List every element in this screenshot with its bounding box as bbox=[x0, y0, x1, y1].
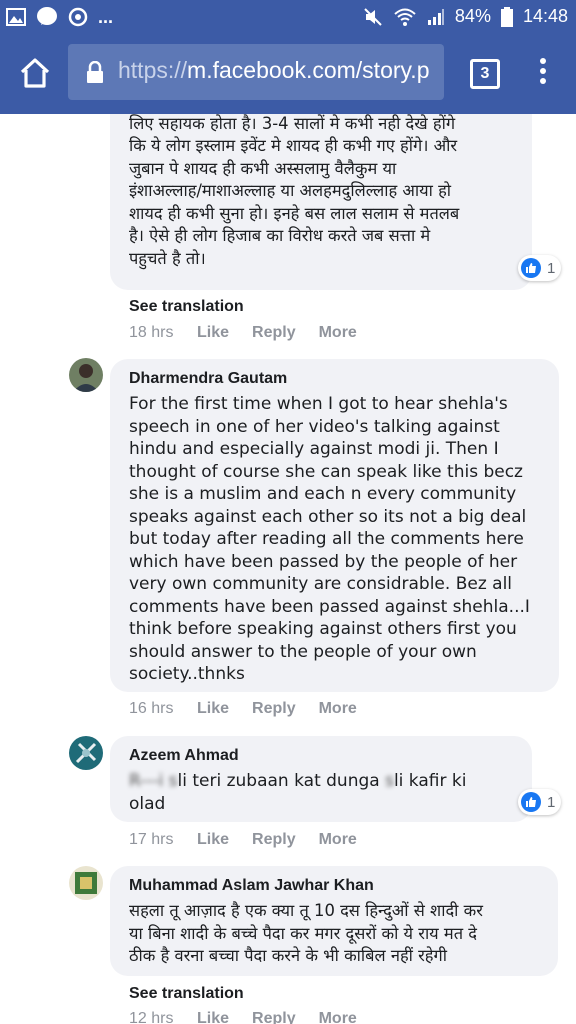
more-link[interactable]: More bbox=[319, 324, 357, 342]
messenger-icon bbox=[37, 7, 57, 25]
see-translation-link[interactable]: See translation bbox=[129, 298, 244, 316]
url-text: https://m.facebook.com/story.p bbox=[118, 57, 430, 84]
comment-text-part: li teri zubaan kat dunga bbox=[177, 771, 386, 791]
comment-bubble: Muhammad Aslam Jawhar Khan सहला तू आज़ाद… bbox=[110, 866, 558, 976]
comments-list: का इस्लाम से कोई लेना देना नहीं होता बस … bbox=[0, 114, 576, 1024]
comment-bubble: Dharmendra Gautam For the first time whe… bbox=[110, 359, 559, 692]
comment-bubble: का इस्लाम से कोई लेना देना नहीं होता बस … bbox=[110, 114, 532, 290]
notification-icons: ... bbox=[6, 6, 113, 28]
comment-text: For the first time when I got to hear sh… bbox=[129, 394, 530, 684]
more-link[interactable]: More bbox=[319, 831, 357, 849]
lock-icon bbox=[87, 61, 103, 83]
tab-switcher-button[interactable]: 3 bbox=[470, 59, 500, 89]
sync-icon bbox=[68, 7, 88, 27]
signal-icon bbox=[427, 8, 444, 25]
reaction-number: 1 bbox=[547, 793, 556, 811]
comment-actions: 12 hrs Like Reply More bbox=[129, 1010, 380, 1024]
like-link[interactable]: Like bbox=[197, 1010, 229, 1024]
avatar[interactable] bbox=[69, 358, 103, 392]
more-link[interactable]: More bbox=[319, 700, 357, 718]
url-scheme: https:// bbox=[118, 57, 188, 83]
url-host: m.facebook.com/story.p bbox=[187, 57, 430, 83]
comment-text: सहला तू आज़ाद है एक क्या तू 10 दस हिन्दु… bbox=[129, 901, 483, 965]
like-reaction-icon bbox=[521, 258, 541, 278]
wifi-icon bbox=[394, 8, 416, 26]
overflow-menu-icon[interactable] bbox=[536, 56, 550, 90]
avatar[interactable] bbox=[69, 736, 103, 770]
reaction-number: 1 bbox=[547, 259, 556, 277]
like-reaction-icon bbox=[521, 792, 541, 812]
more-notifications: ... bbox=[98, 6, 114, 27]
reply-link[interactable]: Reply bbox=[252, 1010, 296, 1024]
like-link[interactable]: Like bbox=[197, 324, 229, 342]
see-translation-link[interactable]: See translation bbox=[129, 985, 244, 1003]
battery-icon bbox=[500, 6, 513, 27]
mute-icon bbox=[364, 7, 382, 26]
commenter-name[interactable]: Dharmendra Gautam bbox=[129, 370, 287, 388]
system-icons: 84% 14:48 bbox=[363, 6, 568, 27]
redacted-word: s bbox=[385, 771, 394, 791]
comment-time: 17 hrs bbox=[129, 831, 174, 848]
clock: 14:48 bbox=[522, 6, 568, 26]
like-link[interactable]: Like bbox=[197, 831, 229, 849]
redacted-word: R---i s bbox=[129, 771, 178, 791]
comment-time: 12 hrs bbox=[129, 1010, 174, 1024]
comment-text: का इस्लाम से कोई लेना देना नहीं होता बस … bbox=[129, 114, 460, 268]
address-bar[interactable]: https://m.facebook.com/story.p bbox=[68, 44, 444, 100]
image-icon bbox=[6, 8, 26, 26]
comment-time: 18 hrs bbox=[129, 324, 174, 341]
comment-actions: 17 hrs Like Reply More bbox=[129, 831, 380, 849]
comment-time: 16 hrs bbox=[129, 700, 174, 717]
home-icon[interactable] bbox=[18, 56, 52, 90]
reply-link[interactable]: Reply bbox=[252, 324, 296, 342]
reaction-count[interactable]: 1 bbox=[518, 255, 562, 281]
commenter-name[interactable]: Azeem Ahmad bbox=[129, 747, 239, 765]
comment-text: R---i sli teri zubaan kat dunga sli kafi… bbox=[129, 770, 519, 815]
reaction-count[interactable]: 1 bbox=[518, 789, 562, 815]
comment-actions: 18 hrs Like Reply More bbox=[129, 324, 380, 342]
comment-actions: 16 hrs Like Reply More bbox=[129, 700, 380, 718]
reply-link[interactable]: Reply bbox=[252, 700, 296, 718]
more-link[interactable]: More bbox=[319, 1010, 357, 1024]
battery-percent: 84% bbox=[454, 6, 491, 26]
status-bar: ... 84% 14:48 bbox=[0, 0, 576, 34]
browser-toolbar: https://m.facebook.com/story.p 3 bbox=[0, 34, 576, 114]
commenter-name[interactable]: Muhammad Aslam Jawhar Khan bbox=[129, 877, 374, 895]
like-link[interactable]: Like bbox=[197, 700, 229, 718]
comment-bubble: Azeem Ahmad R---i sli teri zubaan kat du… bbox=[110, 736, 532, 822]
reply-link[interactable]: Reply bbox=[252, 831, 296, 849]
avatar[interactable] bbox=[69, 866, 103, 900]
